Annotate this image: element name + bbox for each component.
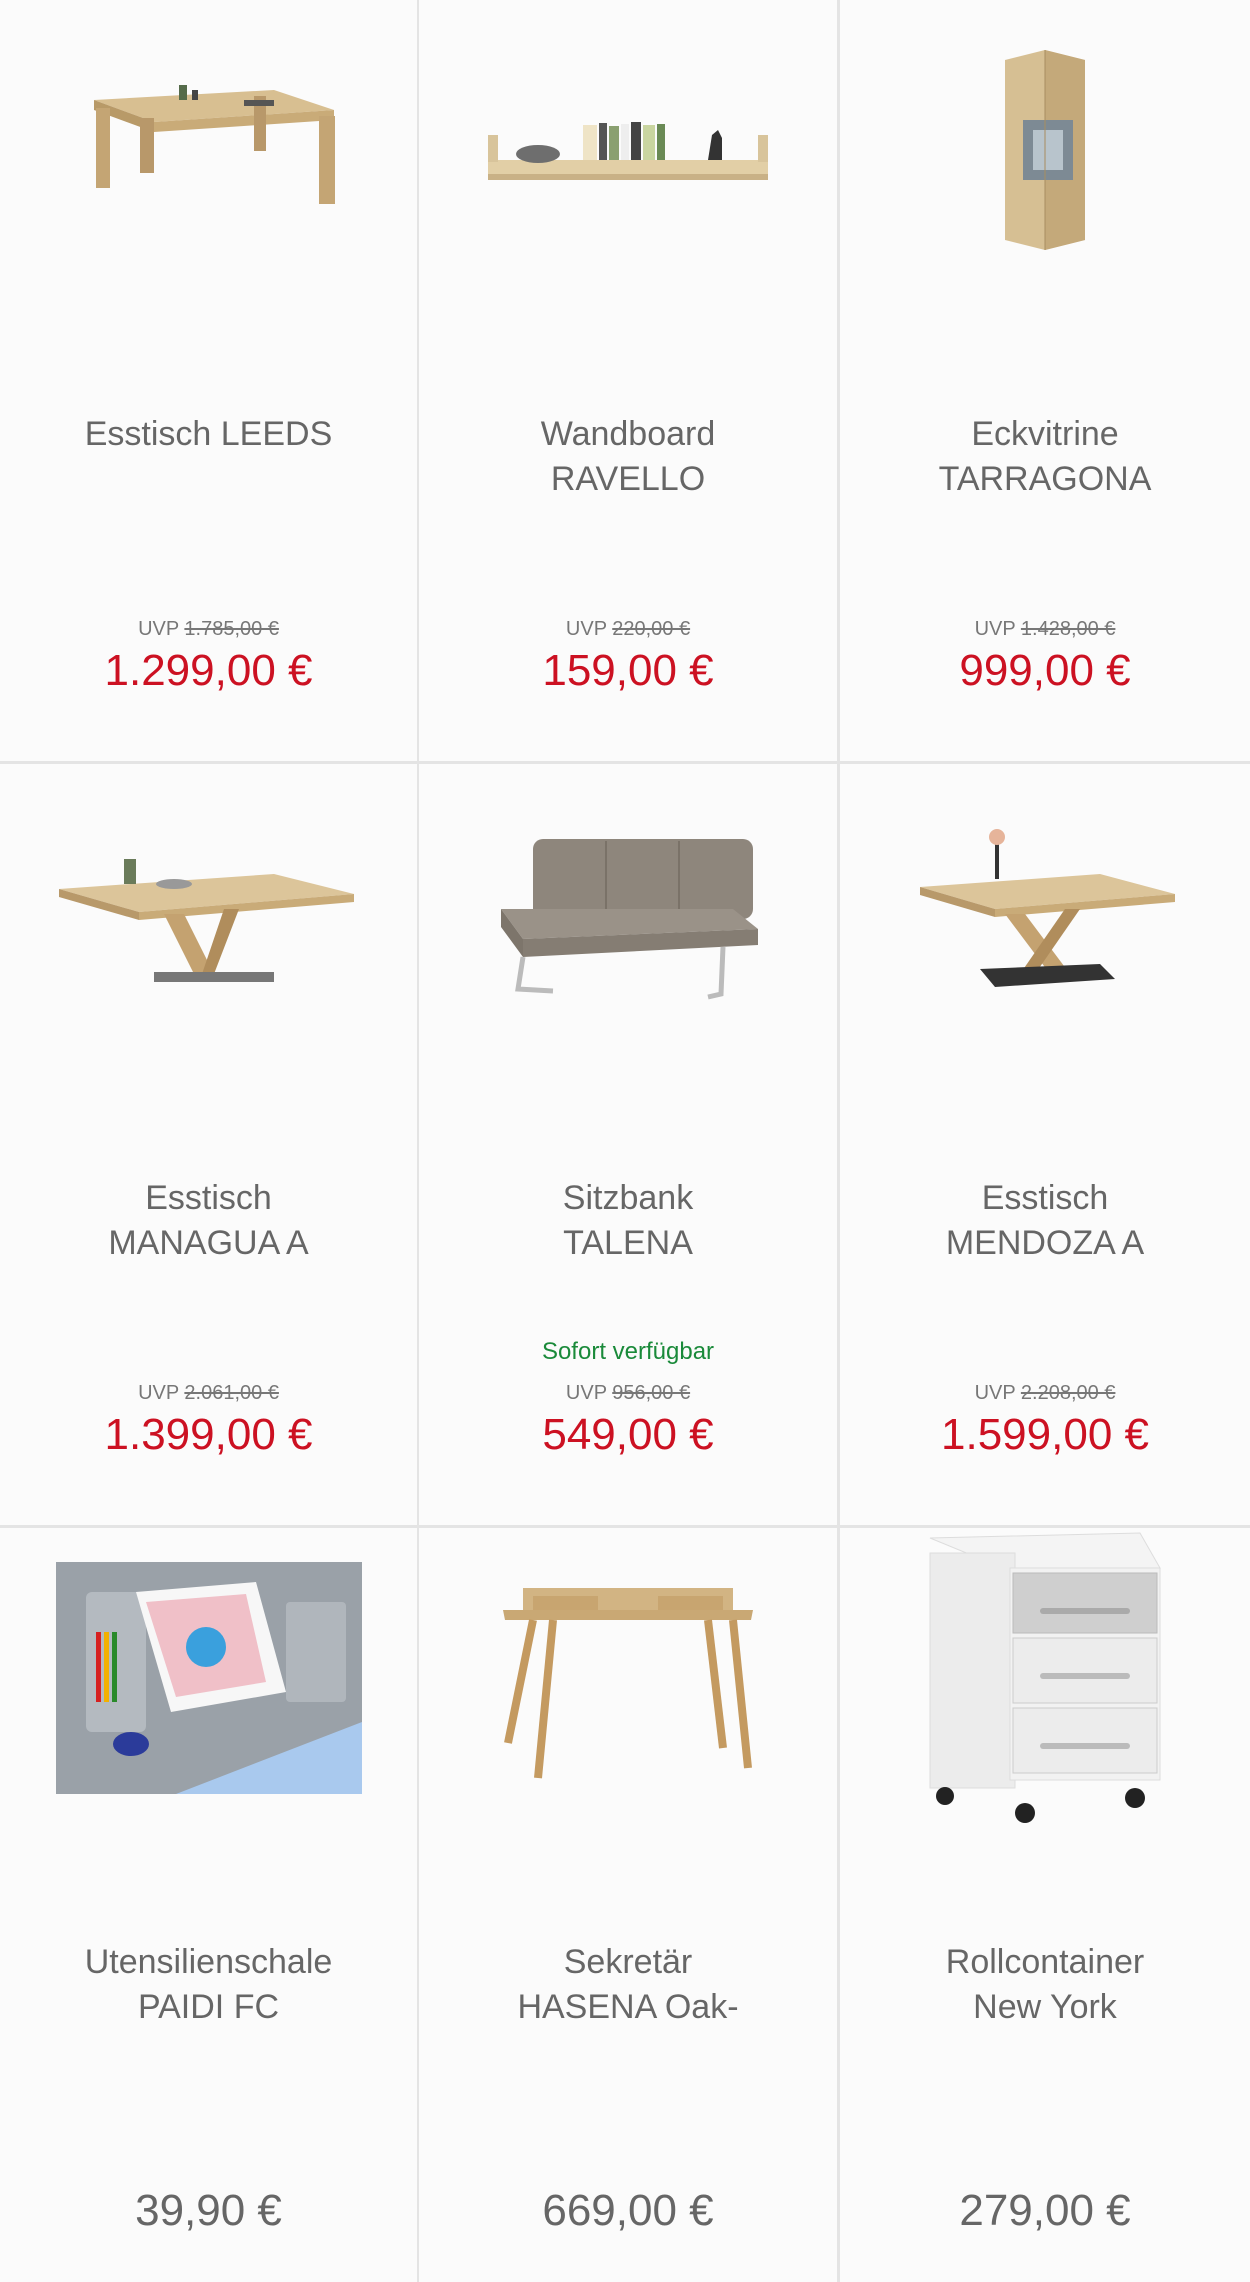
sale-price: 999,00 € <box>959 646 1131 695</box>
product-name[interactable]: Sekretär HASENA Oak- <box>429 1940 827 2030</box>
dining-table-image[interactable] <box>0 0 417 300</box>
extendable-table-image[interactable] <box>0 764 417 1064</box>
product-card[interactable]: Sitzbank TALENA Sofort verfügbar UVP 956… <box>419 764 837 1525</box>
product-grid: Esstisch LEEDS UVP 1.785,00 € 1.299,00 € <box>0 0 1250 2282</box>
uvp-price: UVP 220,00 € <box>565 618 691 640</box>
sale-price: 1.299,00 € <box>104 646 313 695</box>
uvp-price: UVP 1.785,00 € <box>138 618 279 640</box>
product-name[interactable]: Esstisch LEEDS <box>10 412 407 457</box>
sale-price: 1.399,00 € <box>104 1410 313 1459</box>
product-name[interactable]: Utensilienschale PAIDI FC <box>10 1940 407 2030</box>
product-name[interactable]: Rollcontainer New York <box>850 1940 1240 2030</box>
product-card[interactable]: Wandboard RAVELLO UVP 220,00 € 159,00 € <box>419 0 837 761</box>
sale-price: 1.599,00 € <box>941 1410 1149 1459</box>
availability-badge: Sofort verfügbar <box>541 1338 715 1365</box>
x-base-table-image[interactable] <box>840 764 1250 1064</box>
corner-cabinet-image[interactable] <box>840 0 1250 300</box>
bench-image[interactable] <box>419 764 837 1064</box>
product-card[interactable]: Rollcontainer New York 279,00 € <box>840 1528 1250 2282</box>
product-name[interactable]: Esstisch MENDOZA A <box>850 1176 1240 1266</box>
price: 39,90 € <box>135 2186 282 2235</box>
product-card[interactable]: Esstisch LEEDS UVP 1.785,00 € 1.299,00 € <box>0 0 417 761</box>
product-card[interactable]: Sekretär HASENA Oak- 669,00 € <box>419 1528 837 2282</box>
product-card[interactable]: Utensilienschale PAIDI FC 39,90 € <box>0 1528 417 2282</box>
product-name[interactable]: Wandboard RAVELLO <box>429 412 827 502</box>
sale-price: 549,00 € <box>542 1410 714 1459</box>
uvp-price: UVP 956,00 € <box>565 1382 691 1404</box>
uvp-price: UVP 2.208,00 € <box>974 1382 1116 1404</box>
product-card[interactable]: Eckvitrine TARRAGONA UVP 1.428,00 € 999,… <box>840 0 1250 761</box>
secretary-desk-image[interactable] <box>419 1528 837 1828</box>
product-card[interactable]: Esstisch MENDOZA A UVP 2.208,00 € 1.599,… <box>840 764 1250 1525</box>
price: 279,00 € <box>959 2186 1131 2235</box>
product-name[interactable]: Esstisch MANAGUA A <box>10 1176 407 1266</box>
utensil-tray-image[interactable] <box>0 1528 417 1828</box>
product-name[interactable]: Eckvitrine TARRAGONA <box>850 412 1240 502</box>
rolling-container-image[interactable] <box>840 1528 1250 1828</box>
sale-price: 159,00 € <box>542 646 714 695</box>
uvp-price: UVP 2.061,00 € <box>138 1382 279 1404</box>
uvp-price: UVP 1.428,00 € <box>974 618 1116 640</box>
price: 669,00 € <box>542 2186 714 2235</box>
product-card[interactable]: Esstisch MANAGUA A UVP 2.061,00 € 1.399,… <box>0 764 417 1525</box>
wall-shelf-image[interactable] <box>419 0 837 300</box>
product-name[interactable]: Sitzbank TALENA <box>429 1176 827 1266</box>
